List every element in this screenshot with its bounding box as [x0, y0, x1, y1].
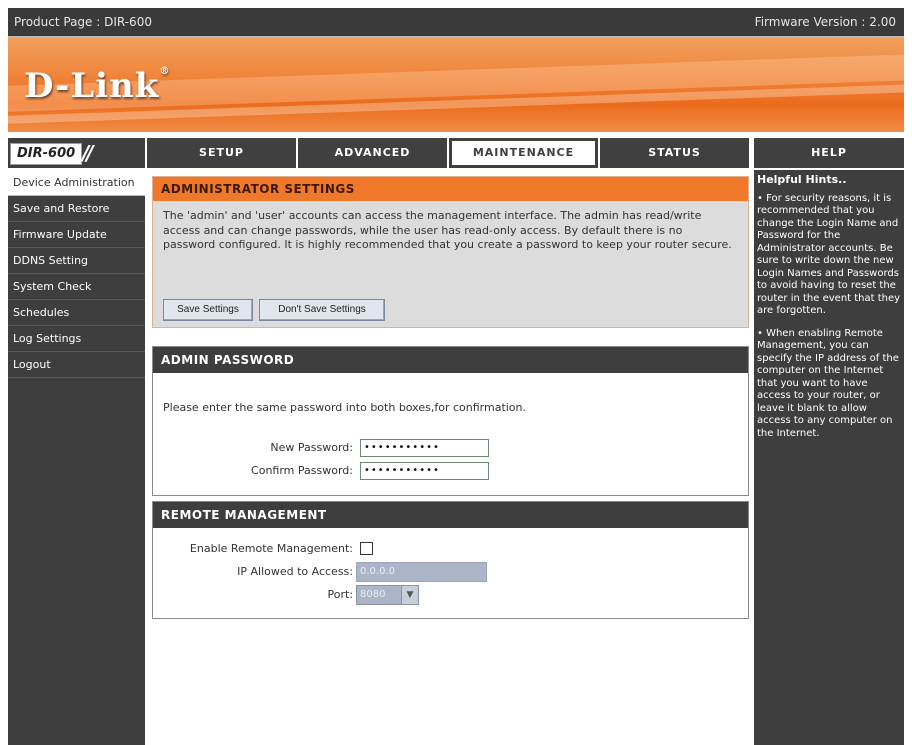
enable-remote-management-checkbox[interactable]: [360, 542, 373, 555]
administrator-settings-panel: ADMINISTRATOR SETTINGS The 'admin' and '…: [152, 176, 749, 328]
sidebar-item-logout[interactable]: Logout: [8, 352, 145, 378]
tab-setup[interactable]: SETUP: [147, 138, 296, 168]
admin-password-panel: ADMIN PASSWORD Please enter the same pas…: [152, 346, 749, 496]
product-page-label: Product Page : DIR-600: [14, 15, 152, 29]
sidebar-item-save-and-restore[interactable]: Save and Restore: [8, 196, 145, 222]
main-navigation: DIR-600 // SETUP ADVANCED MAINTENANCE ST…: [8, 138, 904, 168]
tab-maintenance[interactable]: MAINTENANCE: [449, 138, 598, 168]
sidebar-item-ddns-setting[interactable]: DDNS Setting: [8, 248, 145, 274]
dlink-logo: D-Link®: [24, 66, 170, 106]
password-instructions: Please enter the same password into both…: [163, 401, 527, 414]
slash-decoration-icon: //: [82, 141, 93, 165]
sidebar-item-firmware-update[interactable]: Firmware Update: [8, 222, 145, 248]
new-password-input[interactable]: •••••••••••: [360, 439, 489, 457]
model-name: DIR-600: [10, 143, 83, 165]
helpful-hints-panel: Helpful Hints.. • For security reasons, …: [754, 170, 904, 745]
tab-status[interactable]: STATUS: [600, 138, 749, 168]
helpful-hints-title: Helpful Hints..: [757, 173, 847, 186]
ip-allowed-input[interactable]: 0.0.0.0: [356, 562, 487, 582]
model-badge: DIR-600 //: [8, 138, 145, 168]
enable-remote-management-label: Enable Remote Management:: [189, 542, 353, 555]
confirm-password-label: Confirm Password:: [251, 464, 353, 477]
hint-security: • For security reasons, it is recommende…: [757, 192, 901, 317]
port-value: 8080: [360, 589, 386, 600]
remote-management-panel: REMOTE MANAGEMENT Enable Remote Manageme…: [152, 501, 749, 619]
sidebar: Device Administration Save and Restore F…: [8, 170, 145, 745]
chevron-down-icon[interactable]: ▼: [401, 586, 418, 604]
administrator-settings-title: ADMINISTRATOR SETTINGS: [153, 177, 748, 201]
remote-management-title: REMOTE MANAGEMENT: [153, 502, 748, 528]
logo-text: D-Link: [24, 66, 160, 106]
brand-banner: D-Link®: [8, 38, 904, 132]
port-select[interactable]: 8080 ▼: [356, 585, 419, 605]
new-password-label: New Password:: [270, 441, 353, 454]
dont-save-settings-button[interactable]: Don't Save Settings: [259, 299, 385, 321]
confirm-password-input[interactable]: •••••••••••: [360, 462, 489, 480]
tab-advanced[interactable]: ADVANCED: [298, 138, 447, 168]
port-label: Port:: [327, 588, 353, 601]
sidebar-item-log-settings[interactable]: Log Settings: [8, 326, 145, 352]
hint-remote-management: • When enabling Remote Management, you c…: [757, 327, 899, 439]
administrator-settings-description: The 'admin' and 'user' accounts can acce…: [163, 209, 732, 251]
sidebar-item-schedules[interactable]: Schedules: [8, 300, 145, 326]
sidebar-item-device-administration[interactable]: Device Administration: [8, 170, 145, 196]
main-content: ADMINISTRATOR SETTINGS The 'admin' and '…: [145, 170, 754, 745]
admin-password-title: ADMIN PASSWORD: [153, 347, 748, 373]
ip-allowed-label: IP Allowed to Access:: [237, 565, 353, 578]
sidebar-item-system-check[interactable]: System Check: [8, 274, 145, 300]
trademark-mark: ®: [159, 66, 171, 77]
firmware-version-label: Firmware Version : 2.00: [754, 15, 896, 29]
top-info-bar: Product Page : DIR-600 Firmware Version …: [8, 8, 904, 38]
tab-help[interactable]: HELP: [754, 138, 904, 168]
save-settings-button[interactable]: Save Settings: [163, 299, 253, 321]
